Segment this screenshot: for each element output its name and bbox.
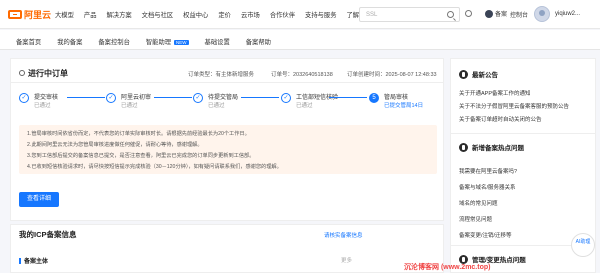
tab-smart-assistant[interactable]: 智能助理 NEW <box>146 37 189 46</box>
notice-line: 2.此期间阿里云无法为您管局审核进度做任何催促，请耐心等待，感谢理解。 <box>27 142 203 148</box>
faq-icon <box>459 142 468 152</box>
step-status: 已通过 <box>34 103 51 109</box>
step-number: ✓ <box>281 93 291 103</box>
tab-my-beian[interactable]: 我的备案 <box>57 37 82 46</box>
tab-basic-settings[interactable]: 基础设置 <box>205 37 230 46</box>
faq-item[interactable]: 我需要在阿里云备案吗? <box>459 167 517 175</box>
tab-beian-home[interactable]: 备案首页 <box>16 37 41 46</box>
view-details-button[interactable]: 查看详细 <box>19 192 59 207</box>
step-number: ✓ <box>106 93 116 103</box>
notice-line: 1.管局审核时间依省份而定，不代表您的订单实际审核时长。请根据先前经验最长为20… <box>27 131 250 137</box>
ai-assistant-button[interactable]: AI助理 <box>571 233 595 257</box>
step-number: ✓ <box>19 93 29 103</box>
logo-text: 阿里云 <box>24 10 52 20</box>
nav-item[interactable]: 大模型 <box>55 10 74 19</box>
step-status: 已提交管局14日 <box>384 103 424 109</box>
faq-heading: 新增备案热点问题 <box>459 142 524 152</box>
step-label: 阿里云初审 <box>121 95 152 101</box>
avatar[interactable] <box>534 6 550 22</box>
step-number: ✓ <box>193 93 203 103</box>
search-input[interactable]: SSL <box>359 7 460 22</box>
top-header: 阿里云 大模型 产品 解决方案 文档与社区 权益中心 定价 云市场 合作伙伴 支… <box>0 0 600 29</box>
step-status: 已通过 <box>121 103 138 109</box>
progress-steps: ✓ 提交审核 已通过 ✓ 阿里云初审 已通过 ✓ 待提交管局 已通过 ✓ 工信部… <box>19 93 439 117</box>
faq-item[interactable]: 备案变更/注销/迁移等 <box>459 231 512 239</box>
announcement-icon <box>459 69 468 79</box>
nav-item[interactable]: 合作伙伴 <box>270 10 295 19</box>
faq-item[interactable]: 流程常见问题 <box>459 215 492 223</box>
beian-label: 备案 <box>495 12 508 18</box>
step-label: 提交审核 <box>34 95 59 101</box>
beian-icon <box>485 9 493 18</box>
nav-item[interactable]: 支持与服务 <box>305 10 336 19</box>
logo-icon <box>8 10 22 19</box>
tab-beian-console[interactable]: 备案控制台 <box>98 37 129 46</box>
order-id: 订单号：2032640518138 <box>271 72 333 78</box>
aliyun-logo[interactable]: 阿里云 <box>8 9 51 20</box>
step-status: 已通过 <box>296 103 313 109</box>
mail-icon[interactable] <box>465 10 472 17</box>
icp-verify-link[interactable]: 请核实备案信息 <box>324 231 363 239</box>
announcement-item[interactable]: 关于开通APP备案工作的通知 <box>459 89 531 97</box>
search-icon[interactable] <box>447 11 454 18</box>
main-nav: 大模型 产品 解决方案 文档与社区 权益中心 定价 云市场 合作伙伴 支持与服务… <box>55 10 378 19</box>
tab-beian-help[interactable]: 备案帮助 <box>246 37 271 46</box>
notice-box: 1.管局审核时间依省份而定，不代表您的订单实际审核时长。请根据先前经验最长为20… <box>19 125 437 174</box>
faq-item[interactable]: 域名的常见问题 <box>459 199 498 207</box>
order-type: 订单类型：有主体新增服务 <box>188 72 255 78</box>
search-placeholder: SSL <box>366 12 378 18</box>
icp-more-link[interactable]: 更多 <box>341 256 352 264</box>
announcements-heading: 最新公告 <box>459 69 498 79</box>
step-label: 待提交管局 <box>208 95 239 101</box>
user-name[interactable]: yiqiuw2... <box>555 11 580 17</box>
step-connector <box>67 97 105 98</box>
step-connector <box>329 97 367 98</box>
console-link[interactable]: 控制台 <box>510 10 528 19</box>
new-badge: NEW <box>174 40 189 45</box>
divider <box>451 133 595 134</box>
nav-item[interactable]: 文档与社区 <box>142 10 173 19</box>
nav-item[interactable]: 解决方案 <box>106 10 131 19</box>
notice-line: 3.您到工信部后提交的备案信息已提交，是否注意查看，阿里云已完成您的订单同步更新… <box>27 153 255 159</box>
icp-title: 我的ICP备案信息 <box>19 230 77 239</box>
nav-item[interactable]: 定价 <box>218 10 231 19</box>
step-connector <box>241 97 279 98</box>
announcement-item[interactable]: 关于不法分子假冒阿里云备案客服的预防公告 <box>459 102 569 110</box>
step-status: 已通过 <box>208 103 225 109</box>
step-number: 5 <box>369 93 379 103</box>
nav-item[interactable]: 产品 <box>84 10 97 19</box>
order-card: 进行中订单 订单类型：有主体新增服务 订单号：2032640518138 订单创… <box>10 58 444 221</box>
header-icons <box>465 10 472 17</box>
notice-line: 4.已收到短信核验请求时，请尽快按短信提示完成核验（30－120分钟），如有疑问… <box>27 164 282 170</box>
announcement-item[interactable]: 关于备案订单超时自动关闭的公告 <box>459 115 542 123</box>
step-connector <box>154 97 192 98</box>
tab-smart-assistant-label: 智能助理 <box>145 39 172 46</box>
watermark: 沉沦博客网 (www.2mc.top) <box>404 264 491 271</box>
faq-item[interactable]: 备案与域名/服务器关系 <box>459 183 516 191</box>
beian-link[interactable]: 备案 <box>485 9 507 18</box>
nav-item[interactable]: 权益中心 <box>183 10 208 19</box>
icp-subject-label: 备案主体 <box>19 256 48 265</box>
icp-info-card: 我的ICP备案信息 请核实备案信息 备案主体 更多 <box>10 224 444 273</box>
nav-item[interactable]: 云市场 <box>241 10 260 19</box>
order-title: 进行中订单 <box>19 68 68 79</box>
faq-title: 新增备案热点问题 <box>472 145 524 152</box>
announcements-title: 最新公告 <box>472 72 498 79</box>
sub-nav: 备案首页 我的备案 备案控制台 智能助理 NEW 基础设置 备案帮助 <box>0 30 600 50</box>
divider <box>11 82 443 83</box>
step-label: 管局审核 <box>384 95 409 101</box>
order-created: 订单创建时间：2025-08-07 12:48:33 <box>347 72 437 78</box>
